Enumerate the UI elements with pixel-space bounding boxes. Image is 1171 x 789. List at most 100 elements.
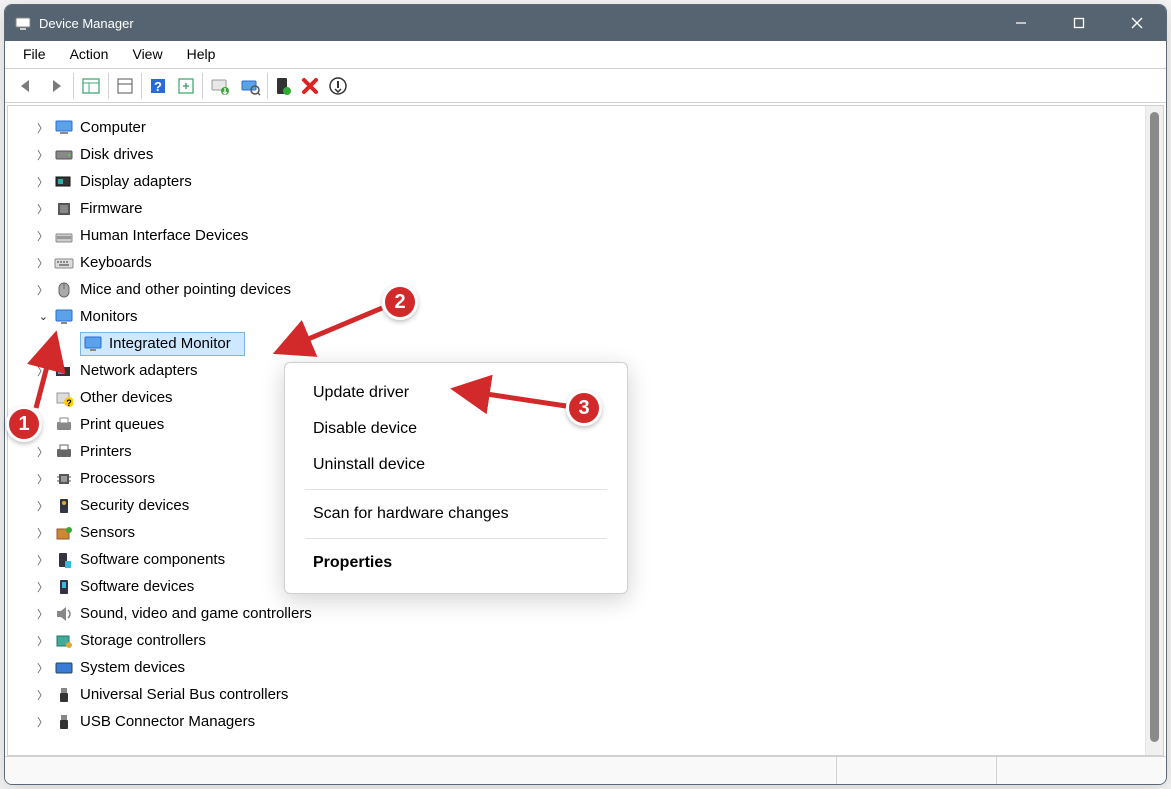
tree-item-storage-controllers[interactable]: 〉 Storage controllers (14, 627, 1145, 654)
tree-label: Sound, video and game controllers (80, 605, 320, 622)
properties-button[interactable] (111, 72, 139, 100)
status-pane (996, 757, 1166, 784)
disable-device-button[interactable] (324, 72, 352, 100)
tree-label: Keyboards (80, 254, 160, 271)
tree-item-firmware[interactable]: 〉 Firmware (14, 195, 1145, 222)
chevron-right-icon[interactable]: 〉 (14, 471, 48, 487)
network-icon (54, 361, 74, 381)
status-pane (836, 757, 996, 784)
display-adapter-icon (54, 172, 74, 192)
minimize-button[interactable] (992, 5, 1050, 41)
menu-help[interactable]: Help (175, 41, 228, 68)
chevron-right-icon[interactable]: 〉 (14, 147, 48, 163)
tree-label: Display adapters (80, 173, 200, 190)
status-pane (5, 757, 836, 784)
tree-label: Processors (80, 470, 163, 487)
annotation-badge-3: 3 (566, 390, 602, 426)
tree-item-usb-connector-managers[interactable]: 〉 USB Connector Managers (14, 708, 1145, 735)
chevron-right-icon[interactable]: 〉 (14, 687, 48, 703)
action-button[interactable] (172, 72, 200, 100)
chevron-right-icon[interactable]: 〉 (14, 579, 48, 595)
menu-view[interactable]: View (120, 41, 174, 68)
chevron-right-icon[interactable]: 〉 (14, 606, 48, 622)
processor-icon (54, 469, 74, 489)
context-scan-hardware[interactable]: Scan for hardware changes (285, 496, 627, 532)
menu-file[interactable]: File (11, 41, 58, 68)
tree-item-disk-drives[interactable]: 〉 Disk drives (14, 141, 1145, 168)
close-button[interactable] (1108, 5, 1166, 41)
chevron-right-icon[interactable]: 〉 (14, 201, 48, 217)
chevron-right-icon[interactable]: 〉 (14, 390, 48, 406)
context-properties[interactable]: Properties (285, 545, 627, 581)
tree-label: Software devices (80, 578, 202, 595)
chevron-right-icon[interactable]: 〉 (14, 120, 48, 136)
help-button[interactable]: ? (144, 72, 172, 100)
chevron-right-icon[interactable]: 〉 (14, 444, 48, 460)
uninstall-device-button[interactable] (296, 72, 324, 100)
scrollbar-thumb[interactable] (1150, 112, 1159, 742)
chevron-right-icon[interactable]: 〉 (14, 498, 48, 514)
printer-icon (54, 442, 74, 462)
scan-hardware-button[interactable] (235, 72, 265, 100)
menu-action[interactable]: Action (58, 41, 121, 68)
chevron-right-icon[interactable]: 〉 (14, 660, 48, 676)
window-controls (992, 5, 1166, 41)
chevron-right-icon[interactable]: 〉 (14, 282, 48, 298)
svg-text:?: ? (66, 398, 72, 407)
tree-item-sound[interactable]: 〉 Sound, video and game controllers (14, 600, 1145, 627)
chevron-right-icon[interactable]: 〉 (14, 714, 48, 730)
tree-item-system-devices[interactable]: 〉 System devices (14, 654, 1145, 681)
toolbar-separator (202, 73, 203, 99)
monitor-icon (83, 334, 103, 354)
vertical-scrollbar[interactable] (1145, 106, 1163, 755)
software-device-icon (54, 577, 74, 597)
nav-back-button[interactable] (11, 72, 41, 100)
tree-label: Computer (80, 119, 154, 136)
annotation-badge-2: 2 (382, 284, 418, 320)
nav-forward-button[interactable] (41, 72, 71, 100)
tree-label: USB Connector Managers (80, 713, 263, 730)
tree-item-computer[interactable]: 〉 Computer (14, 114, 1145, 141)
keyboard-icon (54, 253, 74, 273)
tree-item-monitors[interactable]: ⌄ Monitors (14, 303, 1145, 330)
toolbar-separator (108, 73, 109, 99)
computer-icon (54, 118, 74, 138)
tree-label: Print queues (80, 416, 172, 433)
tree-item-mice[interactable]: 〉 Mice and other pointing devices (14, 276, 1145, 303)
tree-item-hid[interactable]: 〉 Human Interface Devices (14, 222, 1145, 249)
software-component-icon (54, 550, 74, 570)
system-device-icon (54, 658, 74, 678)
update-driver-button[interactable] (205, 72, 235, 100)
chevron-right-icon[interactable]: 〉 (14, 552, 48, 568)
tree-item-usb-controllers[interactable]: 〉 Universal Serial Bus controllers (14, 681, 1145, 708)
unknown-device-icon: ? (54, 388, 74, 408)
tree-item-keyboards[interactable]: 〉 Keyboards (14, 249, 1145, 276)
menu-bar: File Action View Help (5, 41, 1166, 69)
show-hide-tree-button[interactable] (76, 72, 106, 100)
chevron-down-icon[interactable]: ⌄ (14, 310, 48, 323)
enable-device-button[interactable] (270, 72, 296, 100)
chevron-right-icon[interactable]: 〉 (14, 255, 48, 271)
disk-drive-icon (54, 145, 74, 165)
maximize-button[interactable] (1050, 5, 1108, 41)
tree-label: Printers (80, 443, 140, 460)
chevron-right-icon[interactable]: 〉 (14, 228, 48, 244)
tree-label: Universal Serial Bus controllers (80, 686, 296, 703)
toolbar-separator (73, 73, 74, 99)
sensor-icon (54, 523, 74, 543)
tree-item-integrated-monitor[interactable]: Integrated Monitor (14, 330, 1145, 357)
app-icon (15, 15, 31, 31)
storage-controller-icon (54, 631, 74, 651)
chevron-right-icon[interactable]: 〉 (14, 174, 48, 190)
chevron-right-icon[interactable]: 〉 (14, 525, 48, 541)
speaker-icon (54, 604, 74, 624)
chevron-right-icon[interactable]: 〉 (14, 633, 48, 649)
context-uninstall-device[interactable]: Uninstall device (285, 447, 627, 483)
mouse-icon (54, 280, 74, 300)
tree-item-display-adapters[interactable]: 〉 Display adapters (14, 168, 1145, 195)
toolbar-separator (267, 73, 268, 99)
context-separator (305, 538, 607, 539)
tree-label: Software components (80, 551, 233, 568)
tree-label: Integrated Monitor (109, 335, 239, 352)
chevron-right-icon[interactable]: 〉 (14, 363, 48, 379)
